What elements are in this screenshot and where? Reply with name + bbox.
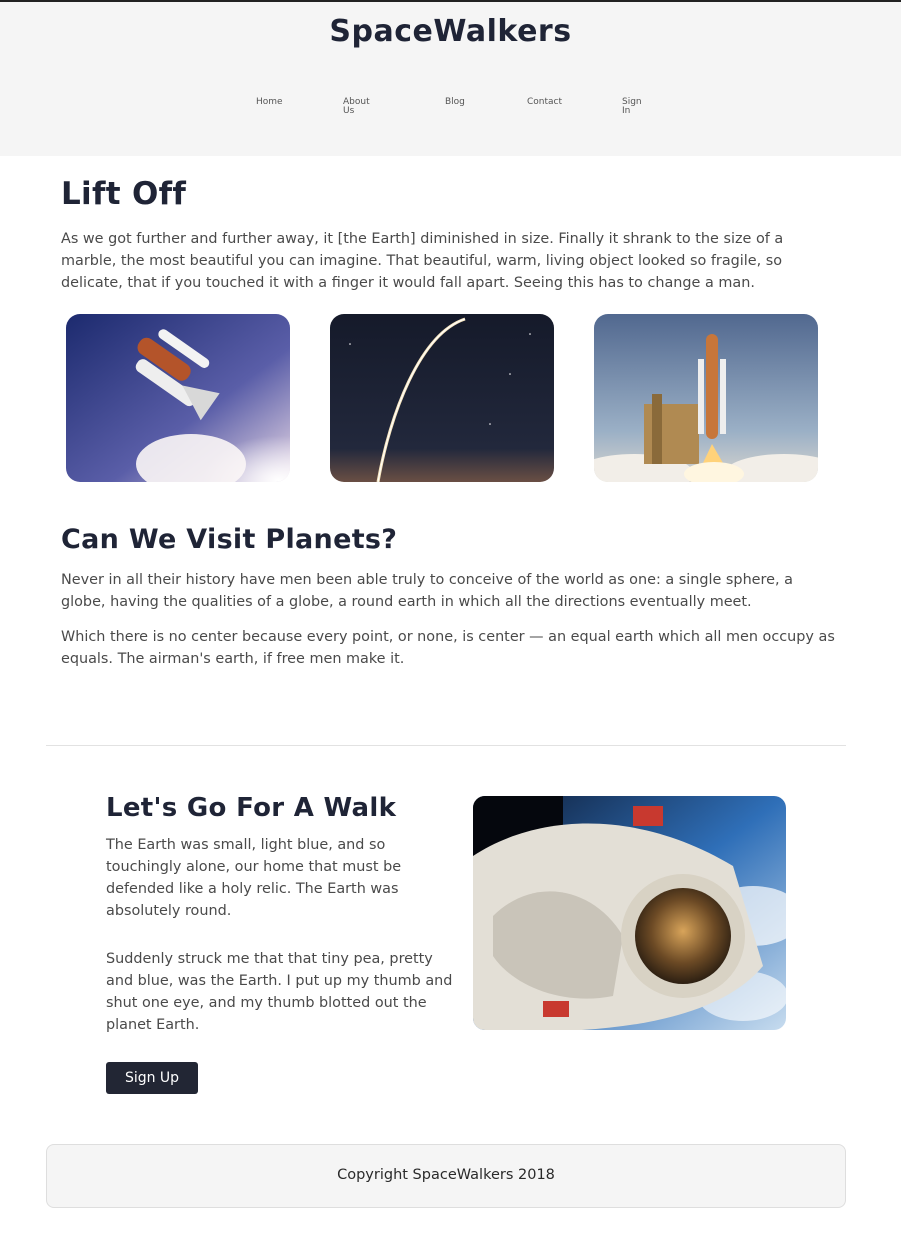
- brand-logo[interactable]: SpaceWalkers: [0, 14, 901, 49]
- site-header: SpaceWalkers Home About Us Blog Contact …: [0, 2, 901, 156]
- launch-pad-image: [594, 314, 818, 482]
- sign-up-button[interactable]: Sign Up: [106, 1062, 198, 1094]
- site-footer: Copyright SpaceWalkers 2018: [46, 1144, 846, 1208]
- section-divider: [46, 745, 846, 746]
- walk-title: Let's Go For A Walk: [106, 793, 397, 823]
- planets-title: Can We Visit Planets?: [61, 524, 398, 555]
- nav-contact[interactable]: Contact: [527, 98, 562, 107]
- lift-off-title: Lift Off: [61, 176, 187, 212]
- space-shuttle-launch-image: [66, 314, 290, 482]
- nav-about-us[interactable]: About Us: [343, 98, 377, 116]
- nav-blog[interactable]: Blog: [445, 98, 465, 107]
- astronaut-image: [473, 796, 786, 1030]
- walk-paragraph-1: The Earth was small, light blue, and so …: [106, 837, 402, 919]
- planets-paragraph-2: Which there is no center because every p…: [61, 629, 835, 667]
- nav-home[interactable]: Home: [256, 98, 283, 107]
- nav-sign-in[interactable]: Sign In: [622, 98, 646, 116]
- planets-paragraph-1: Never in all their history have men been…: [61, 572, 793, 610]
- walk-paragraph-2: Suddenly struck me that that tiny pea, p…: [106, 951, 453, 1033]
- rocket-trail-night-image: [330, 314, 554, 482]
- copyright-text: Copyright SpaceWalkers 2018: [337, 1167, 555, 1183]
- lift-off-text: As we got further and further away, it […: [61, 231, 784, 291]
